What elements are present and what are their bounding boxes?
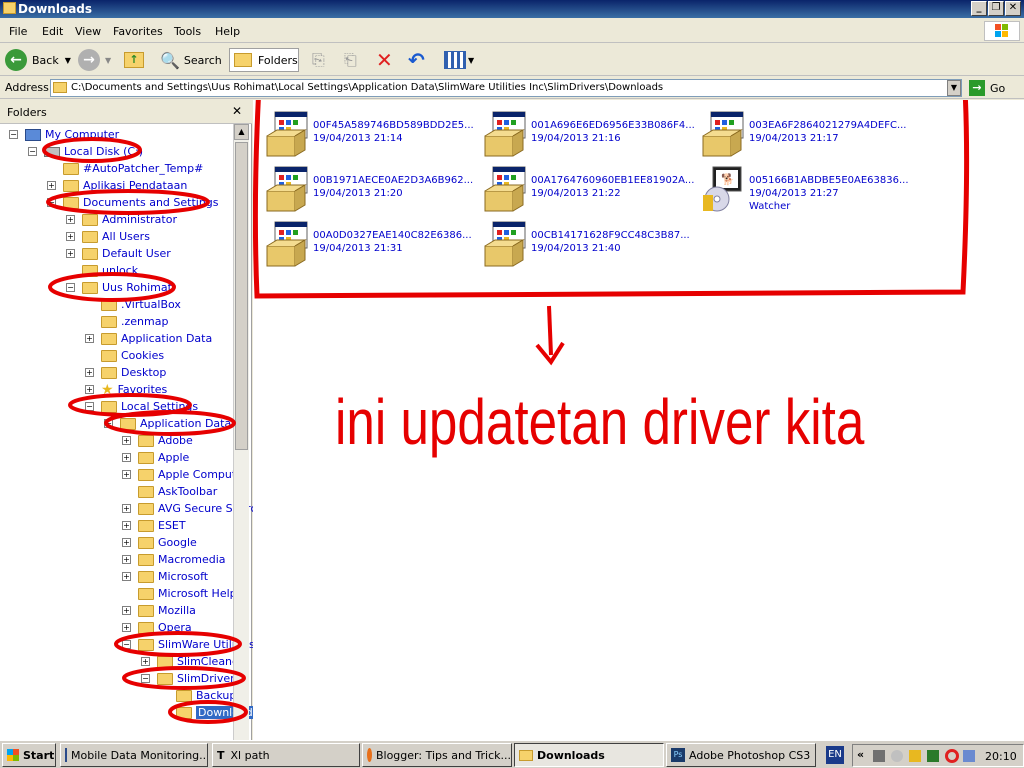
- up-folder-button[interactable]: ↑: [124, 48, 144, 72]
- dropdown-arrow-icon: ▼: [468, 55, 475, 65]
- app-icon: [65, 748, 67, 762]
- undo-button[interactable]: ↶: [408, 48, 425, 72]
- go-arrow-icon: →: [969, 80, 985, 96]
- window-title: Downloads: [18, 2, 93, 16]
- up-folder-icon: ↑: [124, 52, 144, 68]
- back-button[interactable]: ← Back ▼: [5, 48, 71, 72]
- task-blogger[interactable]: Blogger: Tips and Trick...: [362, 743, 512, 767]
- forward-arrow-icon: →: [78, 49, 100, 71]
- red-tree-annotations: [42, 137, 248, 724]
- back-arrow-icon: ←: [5, 49, 27, 71]
- tray-icon[interactable]: [963, 750, 975, 762]
- tray-expand-icon[interactable]: «: [857, 748, 864, 761]
- windows-logo-icon: [984, 21, 1020, 41]
- menu-tools[interactable]: Tools: [174, 25, 201, 38]
- views-button[interactable]: ▼: [444, 48, 474, 72]
- maximize-button[interactable]: ❐: [988, 1, 1004, 16]
- photoshop-icon: Ps: [671, 748, 685, 762]
- folder-icon: [53, 82, 67, 93]
- menu-bar: File Edit View Favorites Tools Help: [0, 19, 1024, 43]
- folders-button[interactable]: Folders: [229, 48, 299, 72]
- menu-view[interactable]: View: [75, 25, 101, 38]
- start-button[interactable]: Start: [2, 743, 56, 767]
- clock[interactable]: 20:10: [985, 750, 1017, 763]
- delete-button[interactable]: ✕: [376, 48, 393, 72]
- annotation-text: ini updatetan driver kita: [335, 386, 865, 458]
- firefox-icon: [367, 748, 372, 762]
- folders-icon: [234, 53, 252, 67]
- address-value: C:\Documents and Settings\Uus Rohimat\Lo…: [71, 82, 664, 93]
- opera-icon[interactable]: [945, 749, 959, 763]
- task-mobile-data[interactable]: Mobile Data Monitoring...: [60, 743, 208, 767]
- task-xl-path[interactable]: T Xl path: [212, 743, 360, 767]
- title-bar[interactable]: Downloads _ ❐ ✕: [0, 0, 1024, 18]
- tray-icon[interactable]: [909, 750, 921, 762]
- tray-icon[interactable]: [891, 750, 903, 762]
- address-input[interactable]: C:\Documents and Settings\Uus Rohimat\Lo…: [50, 79, 962, 97]
- language-indicator[interactable]: EN: [826, 746, 844, 764]
- address-bar: Address C:\Documents and Settings\Uus Ro…: [0, 77, 1024, 99]
- dropdown-arrow-icon: ▼: [105, 55, 112, 65]
- search-icon: 🔍: [160, 50, 180, 70]
- folder-icon: [519, 749, 533, 761]
- folder-icon: [3, 2, 16, 14]
- go-button[interactable]: → Go: [969, 79, 1005, 97]
- copy-to-button[interactable]: ⎗: [344, 48, 357, 72]
- windows-logo-icon: [7, 749, 19, 761]
- delete-icon: ✕: [376, 48, 393, 72]
- copy-to-icon: ⎗: [344, 50, 357, 69]
- system-tray: « 20:10: [852, 744, 1024, 767]
- task-photoshop[interactable]: Ps Adobe Photoshop CS3: [666, 743, 816, 767]
- address-label: Address: [5, 81, 49, 94]
- tray-icon[interactable]: [927, 750, 939, 762]
- toolbar: ← Back ▼ → ▼ ↑ 🔍 Search Folders ⎘ ⎗ ✕ ↶ …: [0, 44, 1024, 76]
- views-icon: [444, 51, 466, 69]
- menu-edit[interactable]: Edit: [42, 25, 63, 38]
- undo-icon: ↶: [408, 48, 425, 72]
- dropdown-arrow-icon: ▼: [64, 55, 71, 65]
- minimize-button[interactable]: _: [971, 1, 987, 16]
- menu-favorites[interactable]: Favorites: [113, 25, 163, 38]
- search-button[interactable]: 🔍 Search: [160, 48, 222, 72]
- taskbar: Start Mobile Data Monitoring... T Xl pat…: [0, 740, 1024, 768]
- address-dropdown-icon[interactable]: ▼: [947, 80, 961, 96]
- close-button[interactable]: ✕: [1005, 1, 1021, 16]
- move-to-button[interactable]: ⎘: [312, 48, 325, 72]
- forward-button[interactable]: → ▼: [78, 48, 111, 72]
- app-icon: T: [217, 748, 225, 762]
- task-downloads[interactable]: Downloads: [514, 743, 664, 767]
- menu-help[interactable]: Help: [215, 25, 240, 38]
- menu-file[interactable]: File: [9, 25, 27, 38]
- tray-icon[interactable]: [873, 750, 885, 762]
- move-to-icon: ⎘: [312, 50, 325, 69]
